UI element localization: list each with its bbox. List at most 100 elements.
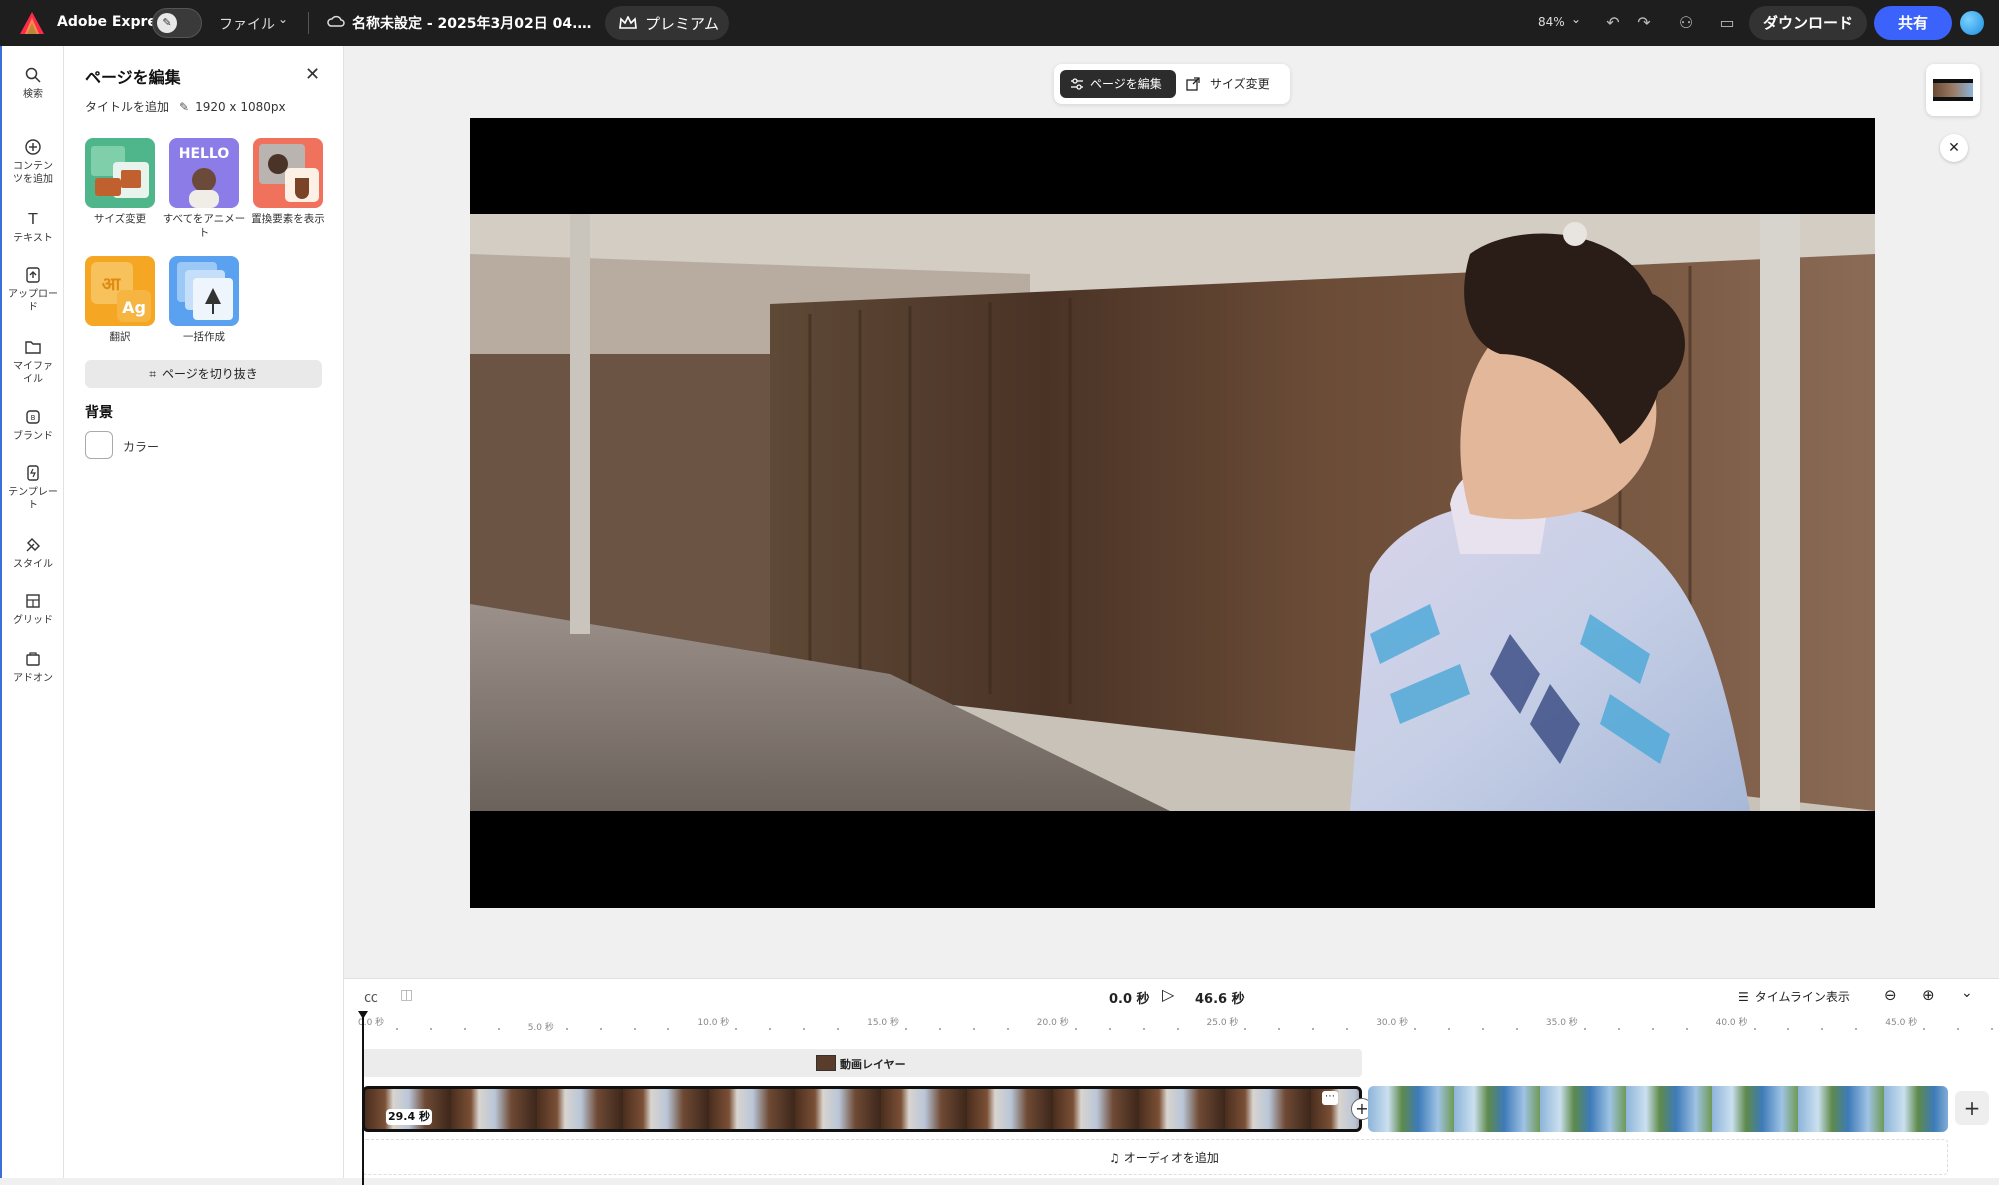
split-icon[interactable]: ◫	[400, 987, 413, 1003]
rail-item-text[interactable]: T テキスト	[2, 210, 64, 245]
bulk-create-tile[interactable]	[169, 256, 239, 326]
collaborate-icon[interactable]: ⚇	[1675, 12, 1697, 34]
ruler-tick-mark	[1176, 1028, 1179, 1030]
share-button[interactable]: 共有	[1874, 6, 1952, 40]
rail-label: スタイル	[13, 559, 53, 570]
adobe-logo-icon[interactable]	[20, 12, 44, 34]
total-time: 46.6 秒	[1195, 992, 1245, 1007]
pencil-icon[interactable]: ✎	[179, 100, 189, 114]
download-button[interactable]: ダウンロード	[1749, 6, 1867, 40]
ruler-tick-mark	[1278, 1028, 1281, 1030]
edit-page-button[interactable]: ページを編集	[1060, 70, 1176, 98]
time-ruler[interactable]: 0.0 秒 5.0 秒 10.0 秒 15.0 秒 20.0 秒 25.0 秒 30.0 秒…	[344, 1015, 1999, 1045]
ruler-tick-mark	[1991, 1028, 1994, 1030]
text-icon: T	[28, 210, 38, 228]
ruler-label: 25.0 秒	[1206, 1018, 1239, 1028]
translate-tile[interactable]: आ Ag	[85, 256, 155, 326]
rail-item-upload[interactable]: アップロード	[2, 266, 64, 314]
rail-item-my-files[interactable]: マイファイル	[2, 338, 64, 386]
document-title[interactable]: 名称未設定 - 2025年3月02日 04.…	[352, 13, 591, 33]
ruler-tick-mark	[599, 1028, 602, 1030]
collapse-timeline-icon[interactable]: ⌄	[1961, 985, 1973, 1001]
file-menu[interactable]: ファイル	[219, 14, 275, 34]
playhead-handle[interactable]	[358, 1011, 368, 1019]
captions-icon[interactable]: ㏄	[364, 987, 378, 1007]
chevron-down-icon[interactable]: ⌄	[278, 12, 288, 26]
comment-icon[interactable]: ▭	[1716, 12, 1738, 34]
rail-label: 検索	[23, 89, 43, 100]
current-time: 0.0 秒	[1109, 992, 1150, 1007]
undo-icon[interactable]: ↶	[1602, 12, 1624, 34]
ruler-label: 45.0 秒	[1885, 1018, 1918, 1028]
video-clip-1[interactable]	[362, 1086, 1362, 1132]
rail-item-brand[interactable]: B ブランド	[2, 408, 64, 443]
rail-item-addons[interactable]: アドオン	[2, 650, 64, 685]
timeline-view-toggle[interactable]: ☰ タイムライン表示	[1738, 988, 1850, 1005]
background-color-swatch[interactable]	[85, 431, 113, 459]
zoom-level[interactable]: 84%	[1538, 15, 1565, 29]
close-icon[interactable]: ✕	[1940, 134, 1968, 162]
rail-label: ブランド	[13, 431, 53, 442]
avatar[interactable]	[1960, 11, 1984, 35]
redo-icon[interactable]: ↷	[1633, 12, 1655, 34]
ruler-tick-mark	[1108, 1028, 1111, 1030]
zoom-out-icon[interactable]: ⊖	[1884, 986, 1897, 1004]
ruler-tick-mark	[769, 1028, 772, 1030]
rail-label: テキスト	[13, 233, 53, 244]
animate-all-tile[interactable]: HELLO	[169, 138, 239, 208]
svg-text:B: B	[31, 414, 36, 422]
ruler-tick-mark	[1482, 1028, 1485, 1030]
play-icon[interactable]: ▷	[1162, 985, 1174, 1004]
close-icon[interactable]: ✕	[305, 64, 320, 85]
zoom-in-icon[interactable]: ⊕	[1922, 986, 1935, 1004]
rail-label: アップロード	[8, 289, 58, 313]
ruler-tick-mark	[565, 1028, 568, 1030]
ruler-tick-mark	[633, 1028, 636, 1030]
rail-item-templates[interactable]: テンプレート	[2, 464, 64, 512]
rail-item-grid[interactable]: グリッド	[2, 592, 64, 627]
upload-icon	[26, 267, 40, 283]
playhead[interactable]	[362, 1015, 364, 1185]
ruler-tick-mark	[1957, 1028, 1960, 1030]
page-thumbnail[interactable]	[1926, 64, 1980, 116]
ruler-tick-mark	[1855, 1028, 1858, 1030]
resize-tile[interactable]	[85, 138, 155, 208]
ruler-tick-mark	[1617, 1028, 1620, 1030]
ruler-tick-mark	[1515, 1028, 1518, 1030]
svg-text:HELLO: HELLO	[179, 146, 230, 162]
video-layer-bar[interactable]: 動画レイヤー	[362, 1049, 1362, 1077]
video-clip-2[interactable]	[1368, 1086, 1948, 1132]
add-title-link[interactable]: タイトルを追加	[85, 100, 169, 114]
ruler-label: 40.0 秒	[1715, 1018, 1748, 1028]
rail-item-add-content[interactable]: コンテンツを追加	[2, 138, 64, 186]
rail-item-search[interactable]: 検索	[2, 66, 64, 101]
rail-label: コンテンツを追加	[13, 161, 53, 185]
ruler-label: 10.0 秒	[697, 1018, 730, 1028]
edit-page-label: ページを編集	[1090, 77, 1162, 91]
ruler-tick-mark	[1448, 1028, 1451, 1030]
replace-elements-tile[interactable]	[253, 138, 323, 208]
video-canvas[interactable]	[470, 118, 1875, 908]
left-rail: 検索 コンテンツを追加 T テキスト アップロード マイファイル B ブランド …	[0, 46, 64, 1178]
ruler-tick-mark	[1923, 1028, 1926, 1030]
mode-toggle[interactable]: ✎	[152, 8, 202, 38]
edit-page-panel: ページを編集 ✕ タイトルを追加 ✎ 1920 x 1080px サイズ変更 HEL…	[64, 46, 344, 1178]
zoom-chevron-icon[interactable]: ⌄	[1571, 12, 1581, 26]
ruler-tick-mark	[1651, 1028, 1654, 1030]
rail-label: テンプレート	[8, 487, 58, 511]
crop-page-button[interactable]: ⌗ ページを切り抜き	[85, 360, 322, 388]
tile-label-resize: サイズ変更	[93, 213, 147, 225]
rail-item-style[interactable]: スタイル	[2, 536, 64, 571]
page-dimensions: 1920 x 1080px	[195, 100, 286, 114]
ruler-tick-mark	[1312, 1028, 1315, 1030]
cloud-icon	[327, 15, 345, 27]
clip-more-icon[interactable]: ⋯	[1322, 1091, 1338, 1105]
add-audio-row[interactable]: ♫ オーディオを追加	[362, 1139, 1948, 1175]
premium-button[interactable]: プレミアム	[605, 6, 729, 40]
tile-label-animate: すべてをアニメート	[162, 213, 246, 239]
rail-label: グリッド	[13, 615, 53, 626]
resize-button[interactable]: サイズ変更	[1182, 70, 1282, 98]
crown-icon	[619, 16, 637, 29]
add-scene-button[interactable]: +	[1955, 1091, 1989, 1125]
ruler-tick-mark	[803, 1028, 806, 1030]
